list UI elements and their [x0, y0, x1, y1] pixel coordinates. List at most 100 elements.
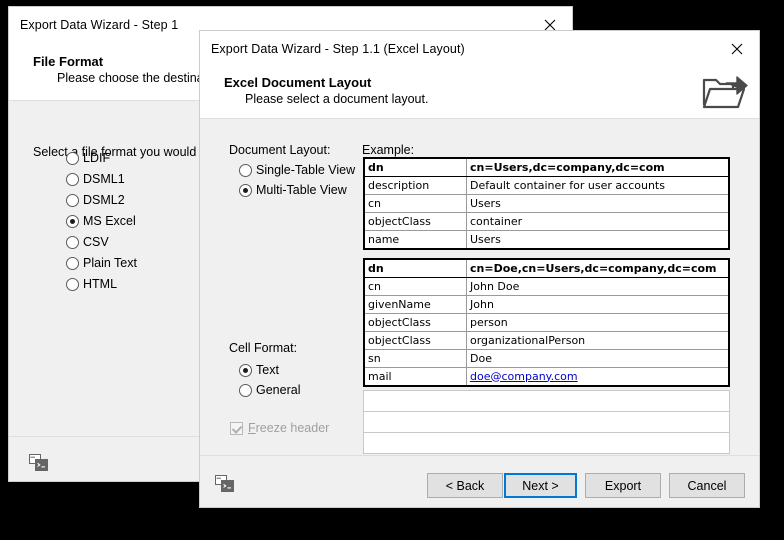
table-cell-empty — [363, 411, 730, 433]
radio-indicator — [239, 383, 252, 397]
format-option-ms-excel[interactable]: MS Excel — [66, 214, 136, 228]
table-cell-value: organizationalPerson — [466, 331, 730, 350]
table-cell-key: mail — [363, 367, 467, 387]
format-option-label: Plain Text — [83, 256, 137, 270]
table-cell-key: objectClass — [363, 212, 467, 231]
table-cell-value: cn=Doe,cn=Users,dc=company,dc=com — [466, 258, 730, 278]
radio-indicator — [239, 363, 252, 377]
cell-format-label: Cell Format: — [229, 341, 298, 355]
left-window-title: Export Data Wizard - Step 1 — [20, 18, 179, 32]
radio-indicator — [66, 151, 79, 165]
cell-format-option-label: General — [256, 383, 301, 397]
table-cell-key: dn — [363, 258, 467, 278]
document-layout-option-label: Single-Table View — [256, 163, 356, 177]
radio-indicator — [66, 214, 79, 228]
table-row — [363, 411, 730, 433]
example-blank-rows — [363, 390, 730, 454]
right-header-subtitle: Please select a document layout. — [245, 92, 429, 106]
table-cell-value: doe@company.com — [466, 367, 730, 387]
right-footer-window-terminal-icon[interactable] — [215, 475, 234, 492]
table-cell-key: objectClass — [363, 331, 467, 350]
table-cell-empty — [363, 390, 730, 412]
format-option-label: LDIF — [83, 151, 111, 165]
format-option-label: MS Excel — [83, 214, 136, 228]
format-option-label: DSML2 — [83, 193, 125, 207]
example-table-person: dn cn=Doe,cn=Users,dc=company,dc=com cn … — [363, 258, 730, 387]
right-footer-separator — [200, 455, 759, 456]
example-preview-area: dn cn=Users,dc=company,dc=com descriptio… — [363, 157, 730, 454]
table-cell-value: John — [466, 295, 730, 314]
table-cell-value: container — [466, 212, 730, 231]
cell-format-option-text[interactable]: Text — [239, 363, 279, 377]
table-row: cn John Doe — [363, 277, 730, 296]
table-cell-value: Users — [466, 194, 730, 213]
table-cell-value: cn=Users,dc=company,dc=com — [466, 157, 730, 177]
radio-indicator — [66, 256, 79, 270]
cell-format-option-label: Text — [256, 363, 279, 377]
format-option-dsml1[interactable]: DSML1 — [66, 172, 125, 186]
table-cell-key: name — [363, 230, 467, 250]
radio-indicator — [239, 183, 252, 197]
back-button[interactable]: < Back — [427, 473, 503, 498]
document-layout-option-multi-table[interactable]: Multi-Table View — [239, 183, 347, 197]
table-cell-value: Users — [466, 230, 730, 250]
document-layout-option-label: Multi-Table View — [256, 183, 347, 197]
document-layout-label: Document Layout: — [229, 143, 331, 157]
document-layout-option-single-table[interactable]: Single-Table View — [239, 163, 355, 177]
cell-format-option-general[interactable]: General — [239, 383, 300, 397]
right-window-title: Export Data Wizard - Step 1.1 (Excel Lay… — [211, 42, 465, 56]
table-cell-key: givenName — [363, 295, 467, 314]
table-cell-key: dn — [363, 157, 467, 177]
export-folder-icon — [702, 76, 748, 109]
format-option-ldif[interactable]: LDIF — [66, 151, 110, 165]
table-cell-key: description — [363, 176, 467, 195]
table-row: objectClass person — [363, 313, 730, 332]
freeze-header-checkbox[interactable]: Freeze header — [230, 421, 329, 435]
format-option-label: CSV — [83, 235, 109, 249]
example-table-users: dn cn=Users,dc=company,dc=com descriptio… — [363, 157, 730, 250]
example-label: Example: — [362, 143, 415, 157]
table-row: name Users — [363, 230, 730, 250]
radio-indicator — [66, 172, 79, 186]
freeze-header-label-rest: reeze header — [255, 421, 330, 435]
right-header-export-icon — [700, 71, 748, 113]
left-instruction-label: Select a file format you would like t — [33, 145, 226, 159]
format-option-csv[interactable]: CSV — [66, 235, 109, 249]
format-option-plain-text[interactable]: Plain Text — [66, 256, 137, 270]
table-row: sn Doe — [363, 349, 730, 368]
table-row: objectClass container — [363, 212, 730, 231]
checkbox-indicator — [230, 421, 243, 435]
format-option-dsml2[interactable]: DSML2 — [66, 193, 125, 207]
format-option-label: DSML1 — [83, 172, 125, 186]
table-row — [363, 432, 730, 454]
table-row — [363, 390, 730, 412]
close-icon — [731, 43, 742, 55]
table-row: objectClass organizationalPerson — [363, 331, 730, 350]
table-cell-value: Default container for user accounts — [466, 176, 730, 195]
table-row: givenName John — [363, 295, 730, 314]
table-cell-value: Doe — [466, 349, 730, 368]
table-cell-empty — [363, 432, 730, 454]
table-cell-key: cn — [363, 194, 467, 213]
table-cell-value: person — [466, 313, 730, 332]
mail-link[interactable]: doe@company.com — [470, 370, 578, 383]
right-header-title: Excel Document Layout — [224, 75, 372, 90]
left-footer-window-terminal-icon[interactable] — [29, 454, 48, 471]
cancel-button[interactable]: Cancel — [669, 473, 745, 498]
next-button[interactable]: Next > — [504, 473, 577, 498]
freeze-header-label: Freeze header — [248, 421, 329, 435]
table-cell-value: John Doe — [466, 277, 730, 296]
table-row: description Default container for user a… — [363, 176, 730, 195]
table-cell-key: sn — [363, 349, 467, 368]
radio-indicator — [66, 193, 79, 207]
freeze-header-label-accel: F — [248, 421, 256, 435]
window-terminal-icon — [29, 454, 48, 471]
export-wizard-step11-window: Export Data Wizard - Step 1.1 (Excel Lay… — [199, 30, 760, 508]
table-cell-key: objectClass — [363, 313, 467, 332]
radio-indicator — [239, 163, 252, 177]
format-option-label: HTML — [83, 277, 118, 291]
right-close-button[interactable] — [714, 31, 759, 67]
format-option-html[interactable]: HTML — [66, 277, 117, 291]
export-button[interactable]: Export — [585, 473, 661, 498]
table-cell-key: cn — [363, 277, 467, 296]
